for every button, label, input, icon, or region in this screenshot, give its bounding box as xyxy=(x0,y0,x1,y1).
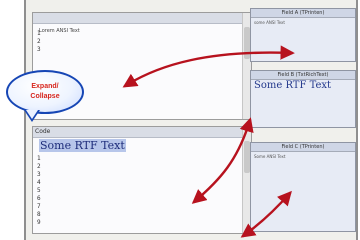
field-a-content[interactable]: some ANSI Text xyxy=(251,18,355,27)
line-number: 7 xyxy=(37,203,41,210)
expand-collapse-callout: Expand/ Collapse xyxy=(6,70,84,114)
field-b-title: Field B (TxtRichText) xyxy=(251,71,355,80)
editor-header xyxy=(33,13,251,24)
line-number: 2 xyxy=(37,38,41,45)
line-number: 1 xyxy=(37,30,41,37)
editor-line-text: Lorem ANSI Text xyxy=(39,28,80,34)
line-number: 4 xyxy=(37,179,41,186)
rtf-editor[interactable]: Code Some RTF Text 1 2 3 4 5 6 7 8 9 xyxy=(32,126,252,234)
field-c-title: Field C (TPrinten) xyxy=(251,143,355,152)
line-number: 3 xyxy=(37,171,41,178)
editor-header: Code xyxy=(33,127,251,138)
line-number: 2 xyxy=(37,163,41,170)
field-a-panel[interactable]: Field A (TPrinten) some ANSI Text xyxy=(250,8,356,62)
field-c-panel[interactable]: Field C (TPrinten) Some ANSI Text xyxy=(250,142,356,232)
field-c-content[interactable]: Some ANSI Text xyxy=(251,152,355,161)
field-b-panel[interactable]: Field B (TxtRichText) Some RTF Text xyxy=(250,70,356,128)
callout-text: Expand/ Collapse xyxy=(8,82,82,102)
callout-line-expand: Expand/ xyxy=(31,83,59,90)
line-number: 5 xyxy=(37,187,41,194)
line-number: 6 xyxy=(37,195,41,202)
line-number: 9 xyxy=(37,219,41,226)
callout-tail-inner xyxy=(26,110,38,119)
line-number-gutter: 1 2 3 4 5 6 7 8 9 xyxy=(37,155,41,227)
field-b-content[interactable]: Some RTF Text xyxy=(251,80,355,91)
field-a-title: Field A (TPrinten) xyxy=(251,9,355,18)
line-number: 1 xyxy=(37,155,41,162)
callout-line-collapse: Collapse xyxy=(30,93,60,100)
line-number: 8 xyxy=(37,211,41,218)
line-number-gutter: 1 2 3 xyxy=(37,30,41,54)
selected-rtf-text[interactable]: Some RTF Text xyxy=(39,139,126,152)
app-window: Lorem ANSI Text 1 2 3 Code Some RTF Text… xyxy=(0,0,360,240)
line-number: 3 xyxy=(37,46,41,53)
